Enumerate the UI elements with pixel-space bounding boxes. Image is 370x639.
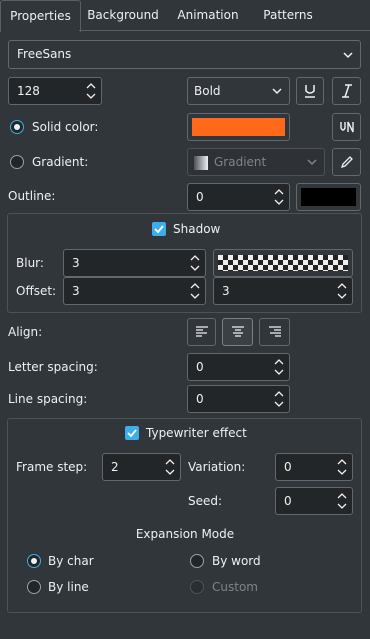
gradient-combo[interactable]: Gradient (187, 148, 325, 176)
align-center-button[interactable] (222, 318, 253, 346)
spin-arrows-icon[interactable] (336, 457, 348, 477)
spin-arrows-icon[interactable] (336, 491, 348, 511)
shadow-label: Shadow (173, 222, 221, 236)
typewriter-checkbox[interactable] (125, 426, 139, 440)
seed-value: 0 (284, 494, 292, 508)
frame-step-spinbox[interactable]: 2 (102, 453, 181, 481)
offset-y-value: 3 (222, 284, 230, 298)
font-size-spinbox[interactable]: 128 (8, 77, 102, 105)
chevron-down-icon (307, 159, 317, 166)
frame-step-value: 2 (111, 460, 119, 474)
tab-patterns[interactable]: Patterns (250, 0, 326, 31)
blur-label: Blur: (16, 256, 44, 270)
align-label: Align: (8, 325, 43, 339)
shadow-checkbox[interactable] (152, 222, 166, 236)
seed-label: Seed: (188, 494, 223, 508)
expansion-mode-title: Expansion Mode (135, 527, 235, 541)
align-right-button[interactable] (259, 318, 290, 346)
custom-radio[interactable] (190, 580, 204, 594)
variation-spinbox[interactable]: 0 (275, 453, 353, 481)
tab-animation[interactable]: Animation (168, 0, 248, 31)
tab-divider (79, 30, 370, 31)
chevron-down-icon (343, 52, 353, 59)
line-spacing-label: Line spacing: (8, 392, 88, 406)
align-left-icon (196, 326, 208, 337)
underline-icon (305, 85, 315, 98)
spin-arrows-icon[interactable] (273, 357, 285, 377)
frame-step-label: Frame step: (16, 460, 88, 474)
letter-spacing-label: Letter spacing: (8, 360, 98, 374)
tab-background[interactable]: Background (80, 0, 166, 31)
solid-color-radio[interactable] (10, 120, 24, 134)
blur-value: 3 (72, 256, 80, 270)
font-weight-combo[interactable]: Bold (187, 77, 290, 105)
text-fill-icon (339, 121, 354, 133)
line-spacing-spinbox[interactable]: 0 (187, 385, 290, 413)
outline-color-swatch (301, 188, 356, 206)
solid-color-button[interactable] (187, 113, 290, 141)
font-family-value: FreeSans (17, 47, 72, 61)
blur-spinbox[interactable]: 3 (63, 249, 206, 277)
letter-spacing-spinbox[interactable]: 0 (187, 353, 290, 381)
italic-icon (341, 84, 352, 98)
font-family-combo[interactable]: FreeSans (8, 40, 361, 69)
checkmark-icon (154, 225, 164, 234)
spin-arrows-icon[interactable] (164, 457, 176, 477)
edit-gradient-button[interactable] (332, 148, 361, 176)
outline-spinbox[interactable]: 0 (187, 183, 290, 211)
seed-spinbox[interactable]: 0 (275, 487, 353, 515)
offset-label: Offset: (16, 284, 57, 298)
outline-color-button[interactable] (296, 183, 361, 211)
variation-value: 0 (284, 460, 292, 474)
italic-button[interactable] (332, 77, 361, 105)
solid-color-swatch (192, 118, 285, 136)
pencil-icon (340, 156, 353, 169)
by-word-radio[interactable] (190, 554, 204, 568)
checkmark-icon (127, 429, 137, 438)
spin-arrows-icon[interactable] (85, 81, 97, 101)
shadow-color-button[interactable] (213, 249, 353, 277)
letter-spacing-value: 0 (196, 360, 204, 374)
font-weight-value: Bold (194, 84, 221, 98)
line-spacing-value: 0 (196, 392, 204, 406)
spin-arrows-icon[interactable] (336, 281, 348, 301)
spin-arrows-icon[interactable] (189, 281, 201, 301)
gradient-label: Gradient: (32, 155, 89, 169)
offset-x-value: 3 (72, 284, 80, 298)
by-word-label: By word (212, 554, 261, 568)
by-line-label: By line (48, 580, 89, 594)
offset-x-spinbox[interactable]: 3 (63, 277, 206, 305)
align-left-button[interactable] (187, 318, 216, 346)
underline-button[interactable] (296, 77, 324, 105)
chevron-down-icon (272, 88, 282, 95)
spin-arrows-icon[interactable] (273, 389, 285, 409)
gradient-radio[interactable] (10, 155, 24, 169)
shadow-color-swatch (218, 255, 348, 271)
by-char-label: By char (48, 554, 94, 568)
tab-properties[interactable]: Properties (0, 0, 81, 32)
gradient-value: Gradient (214, 155, 267, 169)
gradient-preview-icon (194, 156, 208, 170)
outline-value: 0 (196, 190, 204, 204)
solid-color-label: Solid color: (32, 120, 99, 134)
variation-label: Variation: (188, 460, 246, 474)
by-line-radio[interactable] (27, 580, 41, 594)
spin-arrows-icon[interactable] (273, 187, 285, 207)
text-color-toggle-button[interactable] (332, 113, 361, 141)
outline-label: Outline: (8, 189, 56, 203)
align-right-icon (269, 326, 281, 337)
typewriter-label: Typewriter effect (146, 426, 247, 440)
font-size-value: 128 (17, 84, 40, 98)
by-char-radio[interactable] (27, 554, 41, 568)
spin-arrows-icon[interactable] (189, 253, 201, 273)
custom-label: Custom (212, 580, 258, 594)
align-center-icon (232, 326, 244, 337)
offset-y-spinbox[interactable]: 3 (213, 277, 353, 305)
